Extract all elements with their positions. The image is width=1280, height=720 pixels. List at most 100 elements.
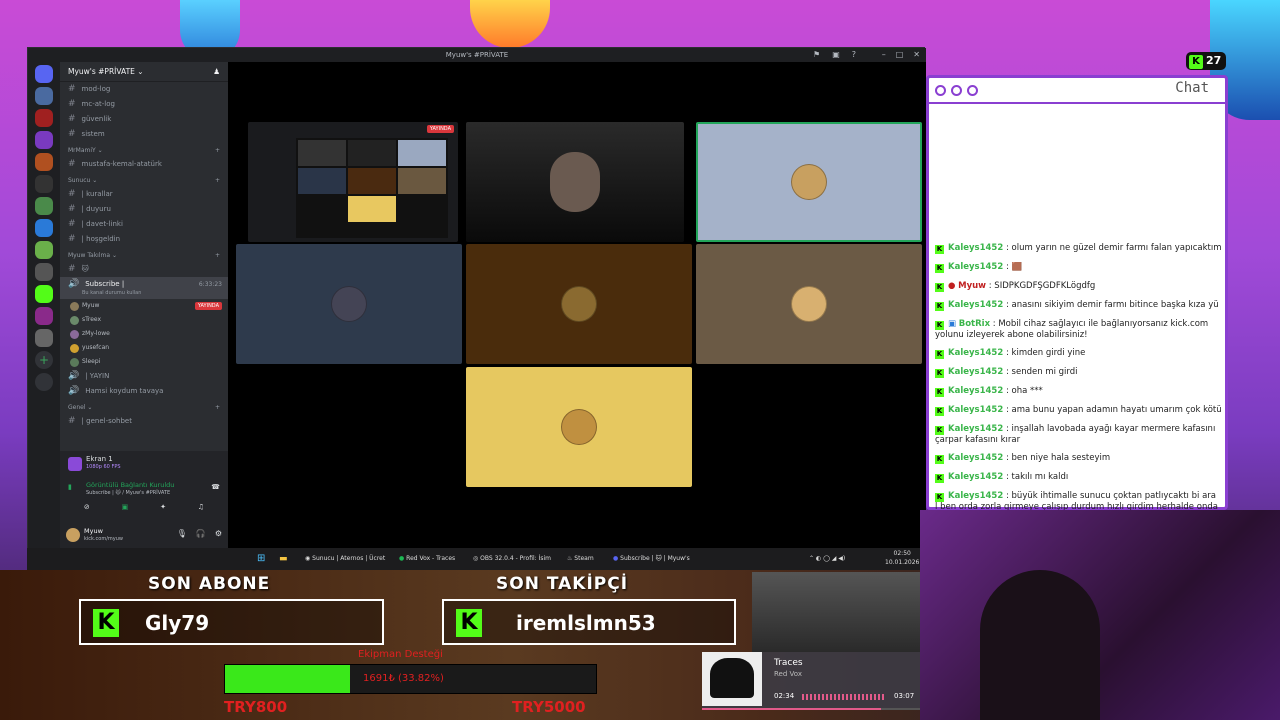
avatar (70, 358, 79, 367)
user-name: Myuw (84, 527, 103, 535)
participant-tile[interactable] (696, 122, 922, 242)
category-header[interactable]: MrMamiY ⌄ + (60, 142, 228, 157)
server-icon[interactable] (35, 153, 53, 171)
pin-icon[interactable]: ▣ (832, 48, 840, 62)
channel-item[interactable]: # sistem (60, 127, 228, 142)
channel-item[interactable]: # | kurallar (60, 187, 228, 202)
windows-start-icon[interactable]: ⊞ (257, 548, 265, 570)
call-timer: 6:33:23 (198, 281, 222, 288)
help-icon[interactable]: ? (852, 48, 856, 62)
participant-tile[interactable] (466, 244, 692, 364)
voice-channel[interactable]: 🔊 Hamsi koydum tavaya (60, 384, 228, 399)
explore-icon[interactable] (35, 373, 53, 391)
server-icon[interactable] (35, 263, 53, 281)
chat-text: : anasını sikiyim demir farmı bitince ba… (1005, 300, 1219, 310)
avatar[interactable] (66, 528, 80, 542)
windows-taskbar: ⊞ ▬ ◉ Sunucu | Aternos | Ücret ● Red Vox… (27, 548, 925, 570)
album-art (702, 652, 762, 706)
taskbar-app[interactable]: ◎ OBS 32.0.4 - Profil: İsim (473, 548, 551, 570)
chat-username: Kaleys1452 (948, 472, 1004, 482)
server-icon[interactable] (35, 131, 53, 149)
voice-channel-active[interactable]: 🔊 Subscribe | 6:33:23 Bu kanal durumu kul… (60, 277, 228, 299)
chat-message: K Kaleys1452 : anasını sikiyim demir farm… (935, 300, 1219, 311)
user-label: yusefcan (82, 344, 110, 351)
mic-icon[interactable]: 🎙 (177, 529, 187, 538)
channel-item[interactable]: # | davet-linki (60, 217, 228, 232)
category-header[interactable]: Myuw Takılma ⌄ + (60, 247, 228, 262)
activity-icon[interactable]: ✦ (160, 503, 166, 515)
camera-off-icon[interactable]: ⊘ (84, 503, 90, 515)
kick-server-icon[interactable] (35, 285, 53, 303)
voice-user[interactable]: zMy-lowe (60, 327, 228, 341)
disconnect-icon[interactable]: ☎ (211, 483, 220, 491)
add-server-icon[interactable]: + (35, 351, 53, 369)
chat-message: K ● Myuw : SİDPKGDFŞGDFKLögdfg (935, 281, 1096, 292)
category-header[interactable]: Sunucu ⌄ + (60, 172, 228, 187)
voice-user[interactable]: Sleepi (60, 355, 228, 369)
webcam-tile[interactable] (466, 122, 684, 242)
channel-item[interactable]: # güvenlik (60, 112, 228, 127)
chat-text: : senden mi girdi (1005, 367, 1078, 377)
taskbar-app[interactable]: ♨ Steam (567, 548, 594, 570)
discord-home-icon[interactable] (35, 65, 53, 83)
taskbar-label: Steam (574, 555, 594, 562)
user-label: Sleepi (82, 358, 101, 365)
taskbar-app[interactable]: ◉ Sunucu | Aternos | Ücret (305, 548, 385, 570)
server-icon[interactable] (35, 175, 53, 193)
voice-user[interactable]: sTreex (60, 313, 228, 327)
close-button[interactable]: ✕ (913, 48, 920, 62)
channel-item[interactable]: # | hoşgeldin (60, 232, 228, 247)
server-icon[interactable] (35, 241, 53, 259)
chat-message: K Kaleys1452 : oha *** (935, 386, 1043, 397)
screen-share-button[interactable]: ▣ (122, 503, 129, 515)
channel-item[interactable]: # mod-log (60, 82, 228, 97)
add-member-icon[interactable]: ♟ (213, 62, 220, 82)
participant-tile[interactable] (466, 367, 692, 487)
server-icon[interactable] (35, 87, 53, 105)
inbox-icon[interactable]: ⚑ (813, 48, 820, 62)
channel-item[interactable]: # 🐱 (60, 262, 228, 277)
server-icon[interactable] (35, 307, 53, 325)
avatar (70, 344, 79, 353)
taskbar-app[interactable]: ● Red Vox - Traces (399, 548, 455, 570)
song-progress-track (702, 708, 920, 710)
channel-label: | genel-sohbet (81, 417, 132, 425)
channel-label: | kurallar (81, 190, 113, 198)
participant-tile[interactable] (236, 244, 462, 364)
channel-status: Bu kanal durumu kullan (82, 290, 142, 296)
voice-user[interactable]: yusefcan (60, 341, 228, 355)
soundboard-icon[interactable]: ♫ (198, 503, 204, 515)
channel-item[interactable]: # mustafa-kemal-atatürk (60, 157, 228, 172)
channel-item[interactable]: # | genel-sohbet (60, 414, 228, 429)
settings-gear-icon[interactable]: ⚙ (215, 529, 222, 538)
last-sub-label: SON ABONE (148, 574, 271, 594)
voice-user[interactable]: Myuw YAYINDA (60, 299, 228, 313)
server-icon[interactable] (35, 109, 53, 127)
last-follower-label: SON TAKİPÇİ (496, 574, 629, 594)
window-dot-icon (967, 85, 978, 96)
chat-username: Kaleys1452 (948, 300, 1004, 310)
server-icon[interactable] (35, 219, 53, 237)
headphones-icon[interactable]: 🎧 (196, 529, 206, 538)
chat-message: K Kaleys1452 : takılı mı kaldı (935, 472, 1069, 483)
category-header[interactable]: Genel ⌄ + (60, 399, 228, 414)
clock[interactable]: 02:50 10.01.2026 (885, 543, 919, 567)
taskbar-app[interactable]: ● Subscribe | 🐱 | Myuw's (613, 548, 690, 570)
server-name-header[interactable]: Myuw's #PRİVATE ⌄ ♟ (60, 62, 228, 82)
server-icon[interactable] (35, 197, 53, 215)
channel-item[interactable]: # mc-at-log (60, 97, 228, 112)
system-tray-icons[interactable]: ⌃ ◐ ◯ ◢ ◀) (809, 548, 845, 570)
participant-tile[interactable] (696, 244, 922, 364)
streamer-camera (920, 510, 1280, 720)
screen-share-tile[interactable]: YAYINDA (248, 122, 458, 242)
maximize-button[interactable]: □ (896, 48, 904, 62)
window-title: Myuw's #PRİVATE (445, 51, 509, 59)
category-label: Genel (68, 404, 86, 411)
voice-channel[interactable]: 🔊 | YAYIN (60, 369, 228, 384)
window-dot-icon (951, 85, 962, 96)
file-explorer-icon[interactable]: ▬ (279, 548, 288, 570)
category-label: MrMamiY (68, 147, 96, 154)
minimize-button[interactable]: – (882, 48, 886, 62)
channel-item[interactable]: # | duyuru (60, 202, 228, 217)
server-icon[interactable] (35, 329, 53, 347)
